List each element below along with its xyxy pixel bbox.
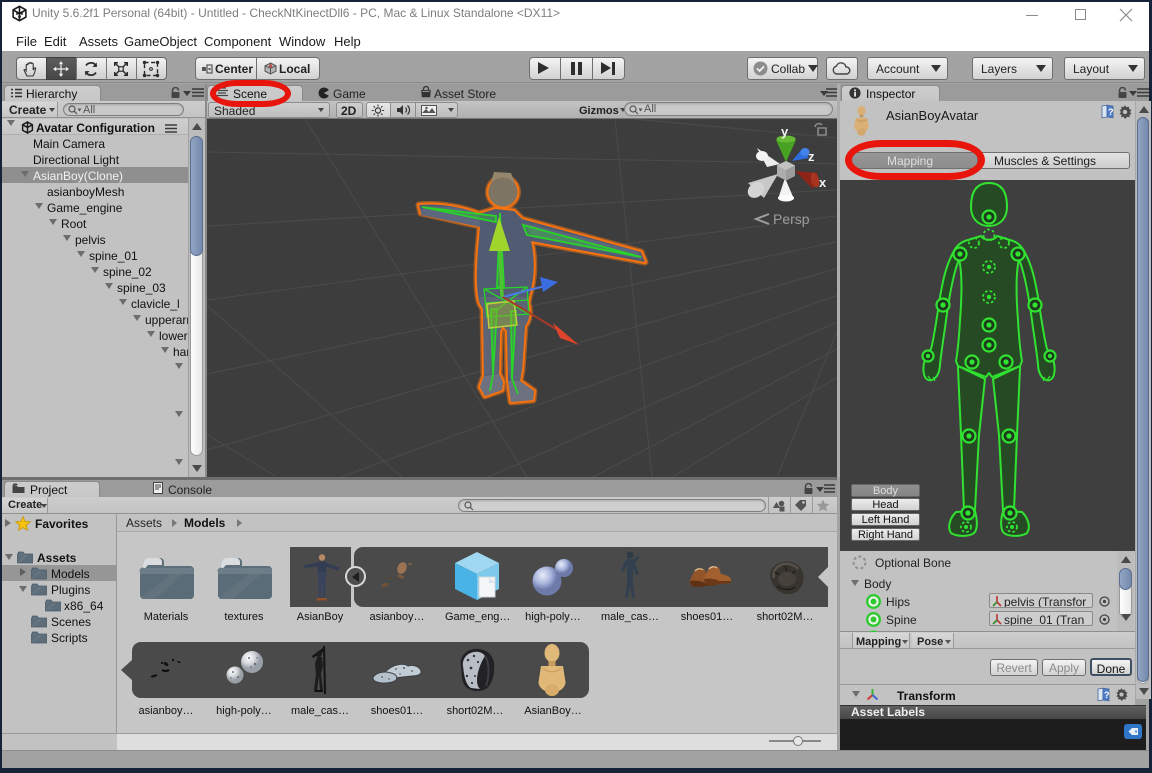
svg-text:?: ?: [1104, 690, 1110, 700]
svg-text:Persp: Persp: [773, 211, 810, 227]
svg-text:z: z: [808, 149, 815, 164]
svg-text:y: y: [781, 124, 789, 139]
svg-text:?: ?: [1108, 107, 1114, 117]
svg-text:x: x: [819, 175, 827, 190]
